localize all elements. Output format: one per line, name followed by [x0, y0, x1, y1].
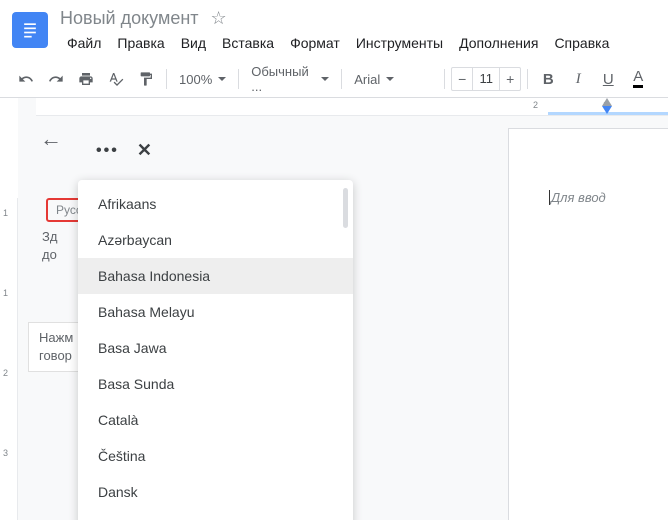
menu-format[interactable]: Формат: [283, 31, 347, 55]
font-size-control: − 11 +: [451, 67, 521, 91]
menu-help[interactable]: Справка: [547, 31, 616, 55]
italic-button[interactable]: I: [564, 65, 592, 93]
underline-button[interactable]: U: [594, 65, 622, 93]
docs-logo[interactable]: [12, 12, 48, 48]
language-option[interactable]: Basa Jawa: [78, 330, 353, 366]
language-option[interactable]: Čeština: [78, 438, 353, 474]
menu-bar: Файл Правка Вид Вставка Формат Инструмен…: [60, 31, 656, 55]
more-options-icon[interactable]: •••: [96, 142, 119, 160]
document-page[interactable]: Для ввод: [508, 128, 668, 520]
language-dropdown-menu: Afrikaans Azərbaycan Bahasa Indonesia Ba…: [78, 180, 353, 520]
star-icon[interactable]: ☆: [211, 8, 227, 29]
language-option[interactable]: Afrikaans: [78, 186, 353, 222]
language-option[interactable]: Azərbaycan: [78, 222, 353, 258]
spellcheck-button[interactable]: [102, 65, 130, 93]
zoom-dropdown[interactable]: 100%: [173, 65, 232, 93]
chevron-down-icon: [218, 77, 226, 81]
redo-button[interactable]: [42, 65, 70, 93]
vertical-ruler: 1 1 2 3: [0, 198, 18, 520]
horizontal-ruler: 2 1 1: [36, 98, 668, 116]
canvas: 2 1 1 Для ввод ← ••• ✕ Русский Зд: [18, 98, 668, 520]
language-option[interactable]: Deutsch: [78, 510, 353, 520]
paint-format-button[interactable]: [132, 65, 160, 93]
language-option[interactable]: Bahasa Melayu: [78, 294, 353, 330]
print-button[interactable]: [72, 65, 100, 93]
menu-addons[interactable]: Дополнения: [452, 31, 545, 55]
menu-tools[interactable]: Инструменты: [349, 31, 450, 55]
page-placeholder-text: Для ввод: [549, 190, 606, 205]
bold-button[interactable]: B: [534, 65, 562, 93]
menu-view[interactable]: Вид: [174, 31, 213, 55]
text-color-button[interactable]: A: [624, 65, 652, 93]
language-option[interactable]: Dansk: [78, 474, 353, 510]
menu-file[interactable]: Файл: [60, 31, 108, 55]
close-icon[interactable]: ✕: [137, 140, 152, 161]
scrollbar[interactable]: [343, 188, 348, 228]
document-title[interactable]: Новый документ: [60, 8, 199, 29]
font-dropdown[interactable]: Arial: [348, 65, 438, 93]
font-size-value[interactable]: 11: [472, 68, 500, 90]
back-arrow-icon[interactable]: ←: [36, 122, 66, 156]
indent-marker-top-icon[interactable]: [602, 98, 612, 106]
font-size-decrease[interactable]: −: [452, 68, 472, 90]
font-size-increase[interactable]: +: [500, 68, 520, 90]
menu-insert[interactable]: Вставка: [215, 31, 281, 55]
chevron-down-icon: [386, 77, 394, 81]
style-dropdown[interactable]: Обычный ...: [245, 65, 335, 93]
language-option[interactable]: Bahasa Indonesia: [78, 258, 353, 294]
toolbar: 100% Обычный ... Arial − 11 + B I U A: [0, 61, 668, 98]
menu-edit[interactable]: Правка: [110, 31, 171, 55]
indent-marker-icon[interactable]: [602, 106, 612, 114]
undo-button[interactable]: [12, 65, 40, 93]
language-option[interactable]: Basa Sunda: [78, 366, 353, 402]
chevron-down-icon: [321, 77, 329, 81]
language-option[interactable]: Català: [78, 402, 353, 438]
